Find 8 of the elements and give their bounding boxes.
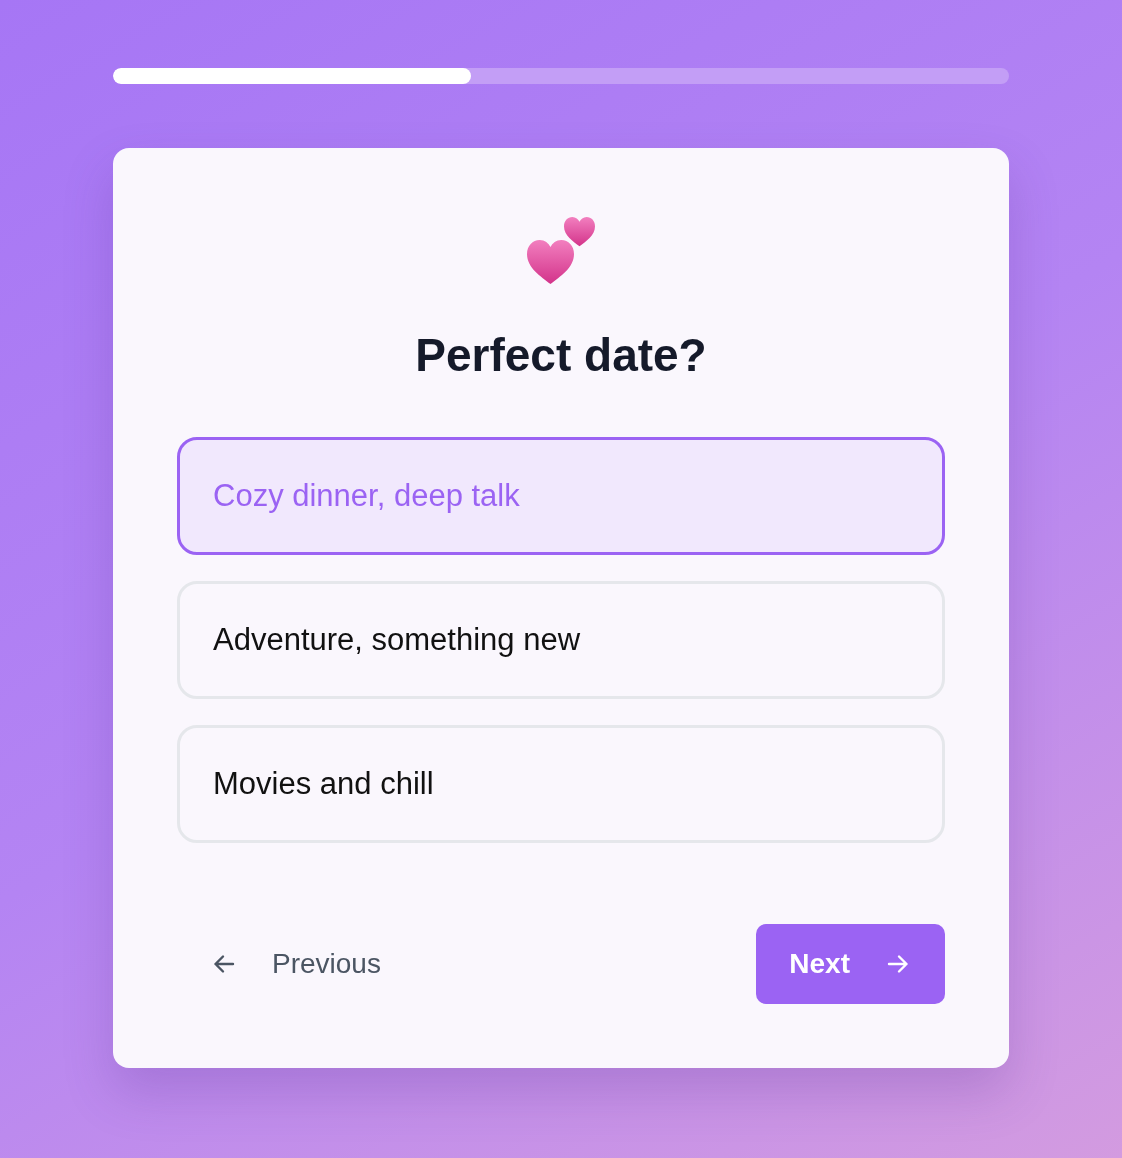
next-button[interactable]: Next — [756, 924, 945, 1004]
arrow-right-icon — [886, 952, 910, 976]
previous-button[interactable]: Previous — [177, 924, 416, 1004]
option-button[interactable]: Adventure, something new — [177, 581, 945, 699]
question-title: Perfect date? — [415, 328, 707, 383]
arrow-left-icon — [212, 952, 236, 976]
option-button[interactable]: Movies and chill — [177, 725, 945, 843]
two-hearts-icon — [527, 217, 595, 285]
